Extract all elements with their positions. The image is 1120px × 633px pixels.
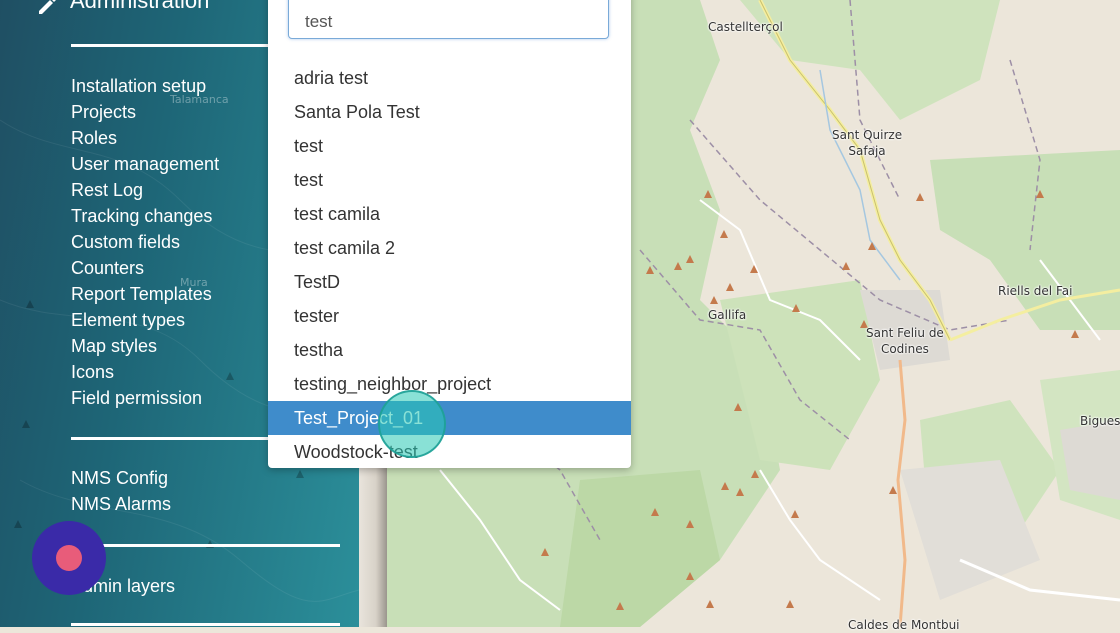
menu-item-rest-log[interactable]: Rest Log <box>71 177 219 203</box>
project-select-dropdown: adria test Santa Pola Test test test tes… <box>268 0 631 468</box>
project-option[interactable]: test <box>268 163 631 197</box>
pencil-icon <box>39 0 56 14</box>
floating-action-button[interactable] <box>32 521 106 595</box>
place-label: Bigues <box>1080 414 1120 428</box>
sidebar-title: Administration <box>70 0 210 13</box>
project-option[interactable]: tester <box>268 299 631 333</box>
project-search-input[interactable] <box>288 0 609 39</box>
record-dot-icon <box>56 545 82 571</box>
place-label: Sant Quirze Safaja <box>832 128 903 158</box>
sidebar-divider <box>71 623 340 626</box>
project-option[interactable]: Santa Pola Test <box>268 95 631 129</box>
project-option[interactable]: test <box>268 129 631 163</box>
menu-item-map-styles[interactable]: Map styles <box>71 333 219 359</box>
menu-item-field-permission[interactable]: Field permission <box>71 385 219 411</box>
sidebar-divider <box>71 544 340 547</box>
admin-menu: Installation setup Projects Roles User m… <box>71 73 219 411</box>
project-option[interactable]: TestD <box>268 265 631 299</box>
menu-item-icons[interactable]: Icons <box>71 359 219 385</box>
menu-item-tracking-changes[interactable]: Tracking changes <box>71 203 219 229</box>
project-option[interactable]: testing_neighbor_project <box>268 367 631 401</box>
menu-item-user-management[interactable]: User management <box>71 151 219 177</box>
menu-item-projects[interactable]: Projects <box>71 99 219 125</box>
menu-item-element-types[interactable]: Element types <box>71 307 219 333</box>
nms-menu: NMS Config NMS Alarms <box>71 465 171 517</box>
project-option[interactable]: adria test <box>268 61 631 95</box>
menu-item-installation-setup[interactable]: Installation setup <box>71 73 219 99</box>
project-option[interactable]: testha <box>268 333 631 367</box>
menu-item-report-templates[interactable]: Report Templates <box>71 281 219 307</box>
menu-item-roles[interactable]: Roles <box>71 125 219 151</box>
project-option[interactable]: Woodstock-test <box>268 435 631 469</box>
project-option[interactable]: test camila 2 <box>268 231 631 265</box>
project-option[interactable]: test camila <box>268 197 631 231</box>
menu-item-nms-alarms[interactable]: NMS Alarms <box>71 491 171 517</box>
project-option-selected[interactable]: Test_Project_01 <box>268 401 631 435</box>
menu-item-counters[interactable]: Counters <box>71 255 219 281</box>
place-label: Sant Feliu de Codines <box>866 326 944 356</box>
menu-item-custom-fields[interactable]: Custom fields <box>71 229 219 255</box>
place-label: Gallifa <box>708 308 747 322</box>
menu-item-nms-config[interactable]: NMS Config <box>71 465 171 491</box>
place-label: Riells del Fai <box>998 284 1073 298</box>
place-label: Caldes de Montbui <box>848 618 960 632</box>
project-options-list: adria test Santa Pola Test test test tes… <box>268 61 631 469</box>
place-label: Castellterçol <box>708 20 783 34</box>
